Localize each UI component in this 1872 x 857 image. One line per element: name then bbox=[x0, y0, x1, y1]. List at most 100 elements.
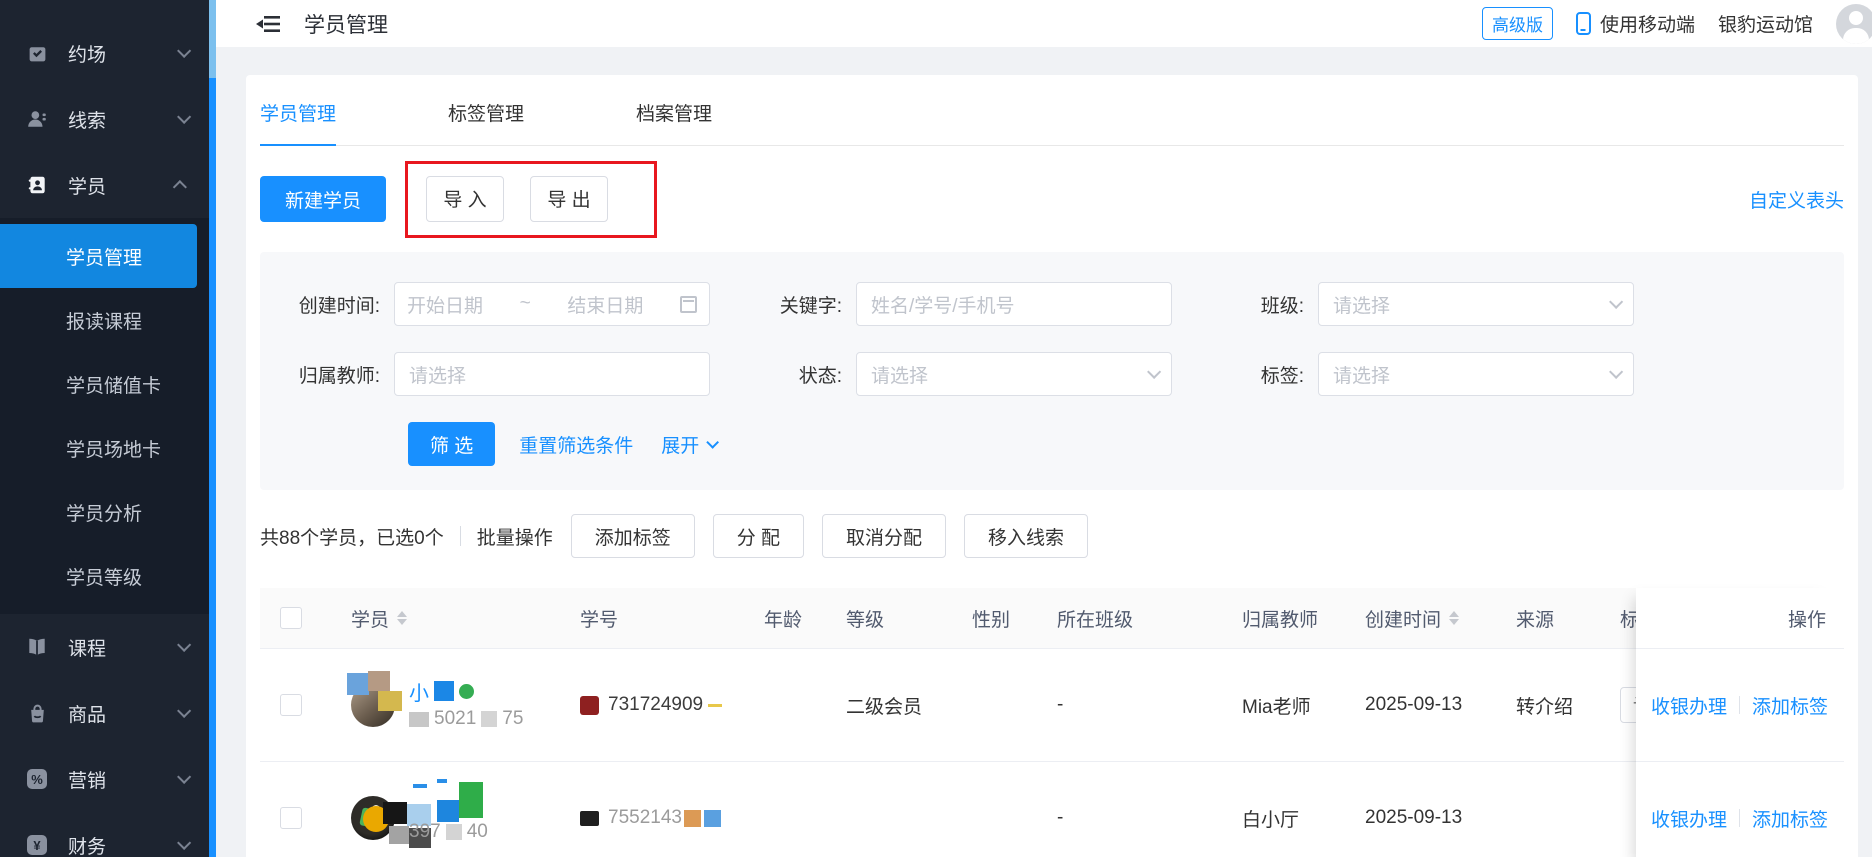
tab-archive-management[interactable]: 档案管理 bbox=[636, 99, 712, 145]
topbar: 学员管理 高级版 使用移动端 银豹运动馆 bbox=[216, 0, 1872, 47]
student-cell[interactable]: 397 40 bbox=[351, 779, 580, 848]
class-cell: - bbox=[1057, 807, 1064, 828]
chevron-down-icon bbox=[177, 109, 192, 124]
teacher-cell: Mia老师 bbox=[1242, 696, 1311, 718]
collapse-menu-icon[interactable] bbox=[254, 12, 282, 36]
col-actions: 操作 bbox=[1636, 588, 1844, 649]
col-student[interactable]: 学员 bbox=[351, 605, 580, 632]
sidebar-nav: 约场 线索 学员 学员管理 报读课程 学员储值卡 学员场地卡 学员分析 学员等级… bbox=[0, 0, 209, 857]
sidebar-item-venue-card[interactable]: 学员场地卡 bbox=[0, 416, 209, 480]
tag-label: 标签: bbox=[1260, 365, 1304, 387]
divider bbox=[1738, 809, 1740, 827]
source-cell: 转介绍 bbox=[1516, 696, 1574, 718]
tab-tag-management[interactable]: 标签管理 bbox=[448, 99, 524, 145]
sidebar-item-label: 课程 bbox=[68, 638, 107, 660]
sidebar-item-student-level[interactable]: 学员等级 bbox=[0, 544, 209, 608]
expand-filters-link[interactable]: 展开 bbox=[661, 431, 720, 458]
calendar-check-icon bbox=[26, 42, 48, 64]
row-actions: 收银办理 添加标签 bbox=[1636, 649, 1844, 762]
customize-columns-link[interactable]: 自定义表头 bbox=[1749, 186, 1844, 213]
class-select[interactable]: 请选择 bbox=[1318, 282, 1634, 326]
filter-row-1: 创建时间: 开始日期 ~ 结束日期 关键字: 姓名/学号/手机号 班级: 请选择 bbox=[260, 282, 1844, 326]
sort-icon[interactable] bbox=[1449, 611, 1460, 625]
sidebar-item-stored-value-card[interactable]: 学员储值卡 bbox=[0, 352, 209, 416]
col-gender: 性别 bbox=[972, 609, 1011, 631]
keyword-input[interactable]: 姓名/学号/手机号 bbox=[856, 282, 1172, 326]
sidebar-item-goods[interactable]: 商品 bbox=[0, 680, 209, 746]
col-level: 等级 bbox=[846, 609, 885, 631]
reset-filters-link[interactable]: 重置筛选条件 bbox=[519, 431, 633, 458]
date-range-input[interactable]: 开始日期 ~ 结束日期 bbox=[394, 282, 710, 326]
scrollbar-thumb[interactable] bbox=[209, 0, 216, 78]
tab-student-management[interactable]: 学员管理 bbox=[260, 99, 337, 146]
row-checkbox[interactable] bbox=[280, 694, 302, 716]
filter-teacher: 归属教师: 请选择 bbox=[260, 352, 710, 396]
filter-panel: 创建时间: 开始日期 ~ 结束日期 关键字: 姓名/学号/手机号 班级: 请选择… bbox=[260, 252, 1844, 490]
sidebar-item-marketing[interactable]: % 营销 bbox=[0, 746, 209, 812]
cashier-handle-link[interactable]: 收银办理 bbox=[1651, 805, 1727, 832]
sidebar-item-label: 商品 bbox=[68, 704, 107, 726]
status-select[interactable]: 请选择 bbox=[856, 352, 1172, 396]
student-name-fragment: 小 bbox=[409, 682, 429, 705]
move-to-leads-button[interactable]: 移入线索 bbox=[964, 514, 1089, 558]
filter-created-time: 创建时间: 开始日期 ~ 结束日期 bbox=[260, 282, 710, 326]
filter-status: 状态: 请选择 bbox=[722, 352, 1172, 396]
col-class: 所在班级 bbox=[1057, 609, 1134, 631]
sidebar-item-label: 线索 bbox=[68, 110, 107, 132]
page-title: 学员管理 bbox=[304, 13, 388, 37]
student-cell[interactable]: 小 5021 75 bbox=[347, 671, 580, 731]
sidebar-scrollbar[interactable] bbox=[209, 0, 216, 857]
sidebar-item-student-analysis[interactable]: 学员分析 bbox=[0, 480, 209, 544]
toolbar: 新建学员 导 入 导 出 自定义表头 bbox=[260, 160, 1844, 238]
teacher-select[interactable]: 请选择 bbox=[394, 352, 710, 396]
goods-bag-icon bbox=[26, 702, 48, 724]
tab-bar: 学员管理 标签管理 档案管理 bbox=[260, 75, 1844, 146]
sidebar-item-finance[interactable]: ¥ 财务 bbox=[0, 812, 209, 857]
batch-menu[interactable]: 批量操作 bbox=[477, 523, 553, 550]
export-button[interactable]: 导 出 bbox=[530, 175, 609, 222]
course-book-icon bbox=[26, 636, 48, 658]
import-button[interactable]: 导 入 bbox=[426, 175, 505, 222]
chevron-down-icon bbox=[177, 769, 192, 784]
content-area: 学员管理 标签管理 档案管理 新建学员 导 入 导 出 自定义表头 创建时间: … bbox=[216, 47, 1872, 857]
students-submenu: 学员管理 报读课程 学员储值卡 学员场地卡 学员分析 学员等级 bbox=[0, 218, 209, 614]
sidebar-item-enrolled-courses[interactable]: 报读课程 bbox=[0, 288, 209, 352]
tag-select[interactable]: 请选择 bbox=[1318, 352, 1634, 396]
main-area: 学员管理 高级版 使用移动端 银豹运动馆 学员管理 标签管理 档案管理 新建学员… bbox=[216, 0, 1872, 857]
use-mobile-link[interactable]: 使用移动端 bbox=[1575, 10, 1695, 37]
col-created[interactable]: 创建时间 bbox=[1365, 605, 1516, 632]
cashier-handle-link[interactable]: 收银办理 bbox=[1651, 692, 1727, 719]
sidebar-item-label: 营销 bbox=[68, 770, 107, 792]
student-id-cell: 7552143 bbox=[580, 807, 764, 829]
class-label: 班级: bbox=[1260, 295, 1304, 317]
new-student-button[interactable]: 新建学员 bbox=[260, 176, 387, 222]
sort-icon[interactable] bbox=[397, 611, 408, 625]
unassign-button[interactable]: 取消分配 bbox=[822, 514, 947, 558]
row-checkbox[interactable] bbox=[280, 807, 302, 829]
topbar-right: 高级版 使用移动端 银豹运动馆 bbox=[1481, 3, 1872, 44]
sidebar-item-leads[interactable]: 线索 bbox=[0, 86, 209, 152]
col-student-id: 学号 bbox=[580, 609, 619, 631]
table-row: 小 5021 75 731724909 二级会员 - Mia老师 2025-09… bbox=[260, 649, 1844, 762]
table-row: 397 40 7552143 - 白小厅 2025-09-13 bbox=[260, 762, 1844, 857]
sidebar-item-booking[interactable]: 约场 bbox=[0, 20, 209, 86]
add-tag-link[interactable]: 添加标签 bbox=[1752, 692, 1828, 719]
assign-button[interactable]: 分 配 bbox=[712, 514, 805, 558]
end-date-placeholder: 结束日期 bbox=[567, 295, 644, 317]
account-name[interactable]: 银豹运动馆 bbox=[1718, 10, 1813, 37]
divider bbox=[1738, 696, 1740, 714]
add-tag-button[interactable]: 添加标签 bbox=[570, 514, 695, 558]
sidebar-item-courses[interactable]: 课程 bbox=[0, 614, 209, 680]
sidebar: 约场 线索 学员 学员管理 报读课程 学员储值卡 学员场地卡 学员分析 学员等级… bbox=[0, 0, 209, 857]
divider bbox=[459, 526, 461, 546]
add-tag-link[interactable]: 添加标签 bbox=[1752, 805, 1828, 832]
sidebar-item-students[interactable]: 学员 bbox=[0, 152, 209, 218]
avatar[interactable] bbox=[1836, 3, 1872, 44]
filter-keyword: 关键字: 姓名/学号/手机号 bbox=[722, 282, 1172, 326]
chevron-down-icon bbox=[177, 43, 192, 58]
filter-button[interactable]: 筛 选 bbox=[408, 422, 496, 466]
sidebar-item-label: 学员 bbox=[68, 176, 107, 198]
select-all-checkbox[interactable] bbox=[280, 607, 302, 629]
chevron-down-icon bbox=[706, 435, 720, 449]
sidebar-item-student-management[interactable]: 学员管理 bbox=[0, 224, 197, 288]
